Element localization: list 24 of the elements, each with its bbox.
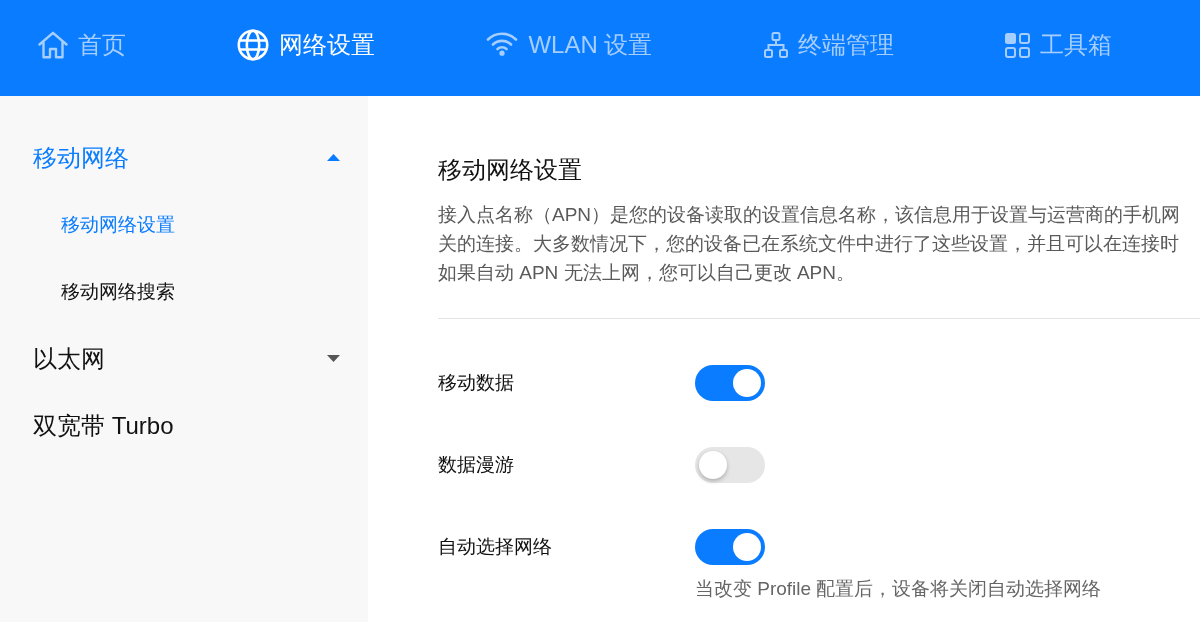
wifi-icon	[486, 30, 519, 56]
toggle-switch[interactable]	[695, 365, 765, 401]
sidebar-item[interactable]: 移动网络	[0, 124, 368, 191]
toggle-switch[interactable]	[695, 447, 765, 483]
nav-tab[interactable]: WLAN 设置	[486, 30, 653, 60]
setting-label: 移动数据	[438, 371, 514, 395]
toggle-switch[interactable]	[695, 529, 765, 565]
setting-label: 自动选择网络	[438, 535, 552, 559]
nav-tab[interactable]: 首页	[38, 30, 126, 60]
grid-icon	[1004, 32, 1030, 58]
sidebar-subitem[interactable]: 移动网络设置	[0, 191, 368, 258]
nav-tab[interactable]: 终端管理	[763, 30, 894, 60]
sidebar-item[interactable]: 以太网	[0, 325, 368, 392]
setting-label: 数据漫游	[438, 453, 514, 477]
sidebar-subitem[interactable]: 移动网络搜索	[0, 258, 368, 325]
sidebar-item[interactable]: 双宽带 Turbo	[0, 392, 368, 459]
nav-tab[interactable]: 工具箱	[1004, 30, 1112, 60]
hierarchy-icon	[763, 32, 788, 58]
hint-text: 当改变 Profile 配置后，设备将关闭自动选择网络	[695, 577, 1102, 601]
nav-tab[interactable]: 网络设置	[237, 29, 376, 61]
page-title: 移动网络设置	[438, 156, 583, 184]
home-icon	[38, 31, 68, 59]
description-text: 接入点名称（APN）是您的设备读取的设置信息名称，该信息用于设置与运营商的手机网 关的连接。大多数情况下，您的设备已在系统文件中进行了这些设置，并且可以在连接时 如果自动 APN 无法上网，您可以自己更改 APN。	[438, 203, 1182, 285]
globe-icon	[237, 29, 270, 61]
